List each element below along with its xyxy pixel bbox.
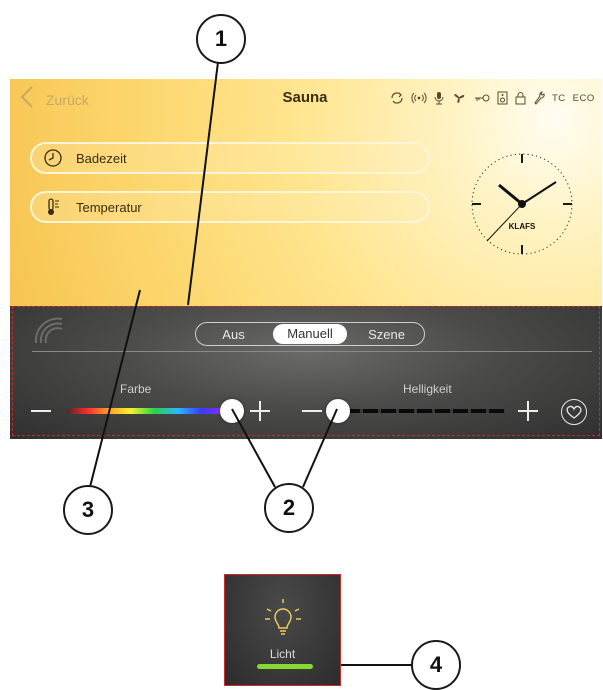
licht-label: Licht: [269, 647, 296, 661]
callout-1: 1: [196, 14, 246, 64]
callout-2: 2: [264, 483, 314, 533]
licht-tile[interactable]: Licht: [224, 574, 341, 686]
light-bulb-icon: [265, 599, 301, 635]
callout-4: 4: [411, 640, 461, 690]
licht-status-bar: [257, 664, 313, 669]
callout-3: 3: [63, 485, 113, 535]
